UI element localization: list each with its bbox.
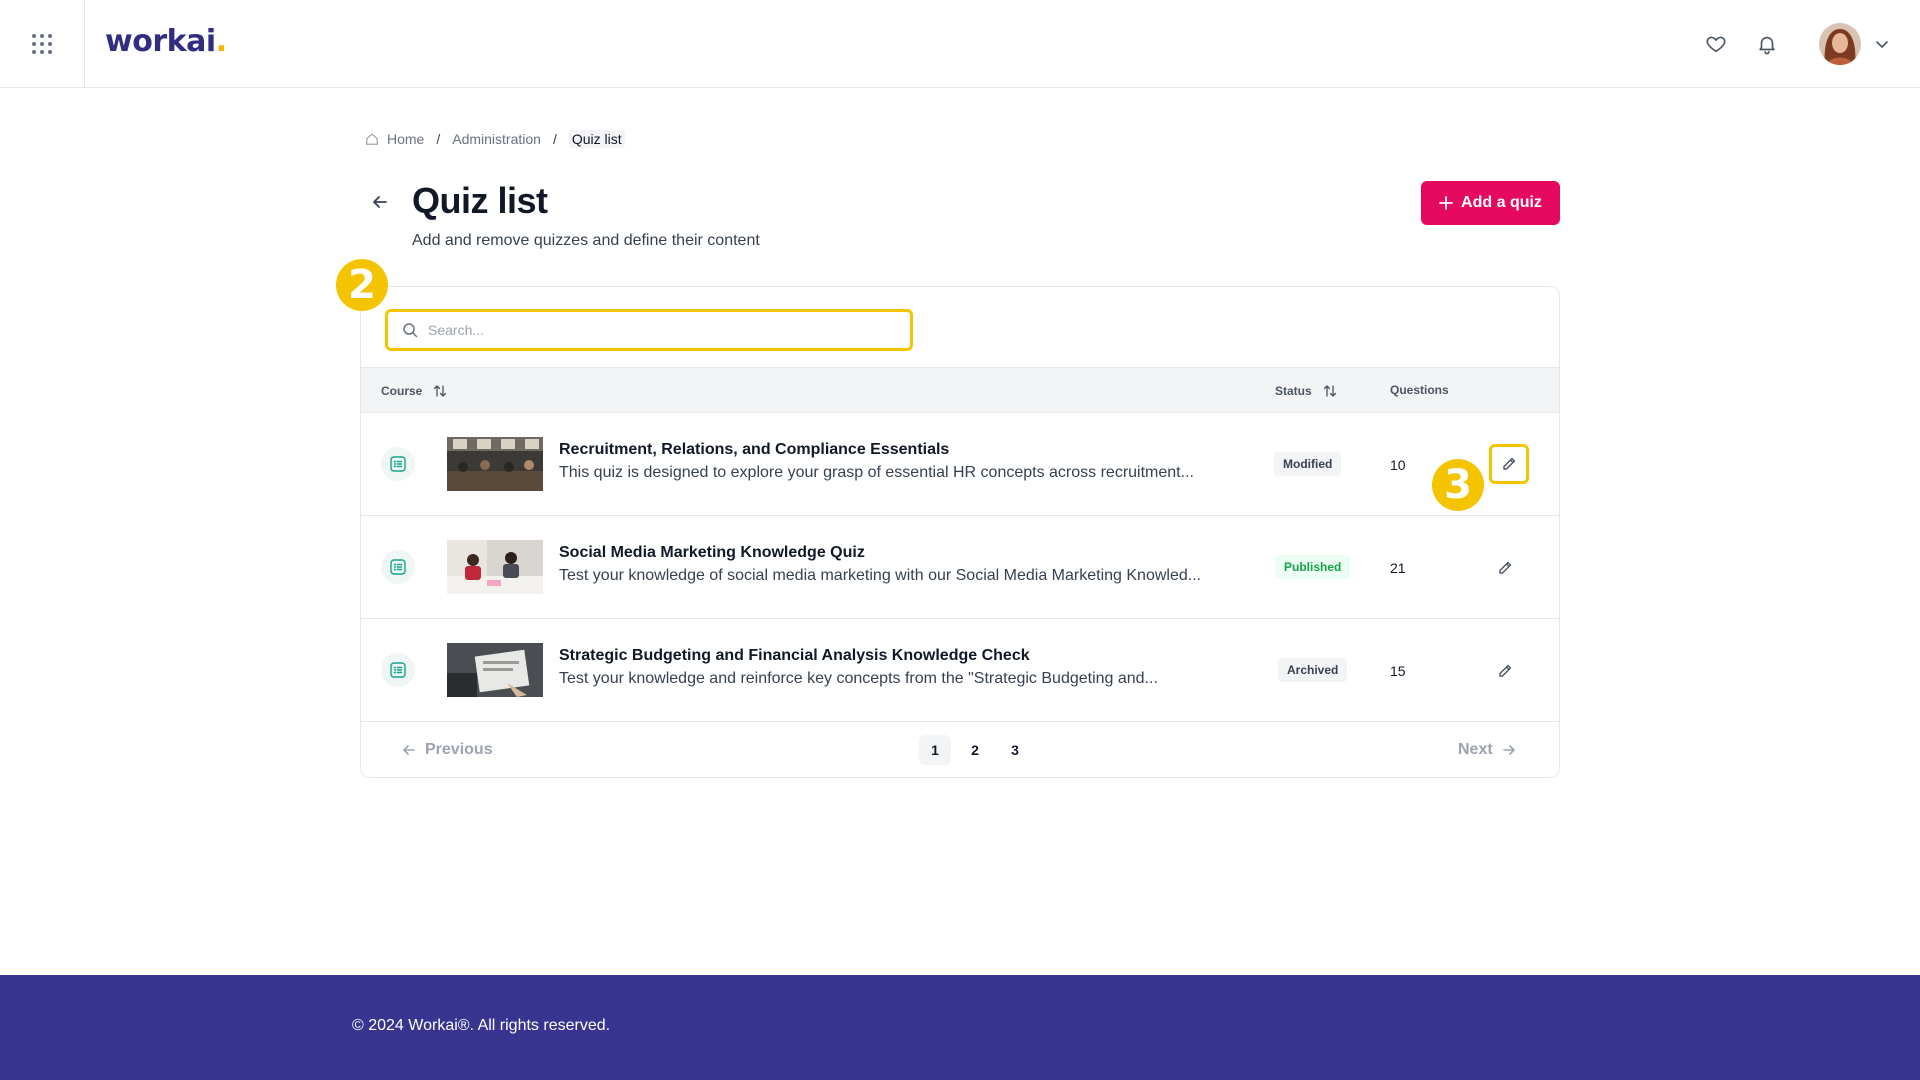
app-launcher-button[interactable] xyxy=(0,0,85,87)
home-icon xyxy=(365,132,379,146)
breadcrumb-home[interactable]: Home xyxy=(387,131,424,147)
search-icon xyxy=(402,322,418,338)
edit-quiz-button[interactable] xyxy=(1491,657,1519,685)
logo-dot: . xyxy=(215,24,227,59)
edit-quiz-button[interactable] xyxy=(1489,444,1529,484)
favorites-button[interactable] xyxy=(1700,28,1732,60)
quiz-title[interactable]: Social Media Marketing Knowledge Quiz xyxy=(559,544,865,562)
course-thumbnail xyxy=(447,437,543,491)
column-course[interactable]: Course xyxy=(381,383,448,399)
page-3-button[interactable]: 3 xyxy=(999,735,1031,765)
pagination: Previous 1 2 3 Next xyxy=(361,722,1559,777)
grid-icon xyxy=(32,33,52,54)
breadcrumb: Home / Administration / Quiz list xyxy=(365,129,625,149)
step-marker-2: 2 xyxy=(336,259,388,311)
question-count: 10 xyxy=(1390,457,1406,473)
arrow-left-icon xyxy=(403,745,415,755)
user-avatar[interactable] xyxy=(1819,23,1861,65)
column-course-label: Course xyxy=(381,384,423,398)
column-questions-label: Questions xyxy=(1390,383,1449,397)
status-badge: Archived xyxy=(1278,658,1348,682)
quiz-table-card: Course Status Questions Recruitment, Rel… xyxy=(360,286,1560,778)
breadcrumb-separator: / xyxy=(436,131,441,147)
page-title: Quiz list xyxy=(412,180,548,221)
bell-icon xyxy=(1759,36,1775,55)
edit-quiz-button[interactable] xyxy=(1491,554,1519,582)
pencil-icon xyxy=(1499,664,1512,677)
quiz-description: This quiz is designed to explore your gr… xyxy=(559,464,1194,481)
pencil-icon xyxy=(1499,561,1512,574)
quiz-list-icon xyxy=(381,653,415,687)
pencil-icon xyxy=(1503,457,1516,470)
plus-icon xyxy=(1439,196,1453,210)
column-status-label: Status xyxy=(1275,384,1312,398)
course-thumbnail xyxy=(447,540,543,594)
breadcrumb-separator: / xyxy=(552,131,557,147)
previous-page-button[interactable]: Previous xyxy=(401,741,493,759)
arrow-left-icon xyxy=(373,196,387,208)
column-questions: Questions xyxy=(1390,383,1449,397)
next-label: Next xyxy=(1458,741,1493,758)
breadcrumb-administration[interactable]: Administration xyxy=(452,131,541,147)
avatar-image xyxy=(1819,23,1861,65)
page-1-button[interactable]: 1 xyxy=(919,735,951,765)
table-row[interactable]: Strategic Budgeting and Financial Analys… xyxy=(361,619,1559,722)
sort-icon xyxy=(1323,385,1336,397)
arrow-right-icon xyxy=(1502,745,1515,755)
add-quiz-label: Add a quiz xyxy=(1461,194,1542,211)
sort-icon xyxy=(434,385,447,397)
question-count: 15 xyxy=(1390,663,1406,679)
search-input[interactable] xyxy=(428,322,888,338)
page-2-button[interactable]: 2 xyxy=(959,735,991,765)
quiz-description: Test your knowledge of social media mark… xyxy=(559,567,1202,584)
back-button[interactable] xyxy=(367,189,393,215)
quiz-list-icon xyxy=(381,447,415,481)
column-status[interactable]: Status xyxy=(1275,383,1338,399)
workai-logo[interactable]: workai. xyxy=(105,24,227,59)
page-numbers: 1 2 3 xyxy=(919,735,1031,765)
logo-text: workai xyxy=(105,24,216,59)
status-badge: Published xyxy=(1275,555,1351,579)
quiz-list-icon xyxy=(381,550,415,584)
quiz-description: Test your knowledge and reinforce key co… xyxy=(559,670,1158,687)
heart-icon xyxy=(1706,36,1726,53)
next-page-button[interactable]: Next xyxy=(1458,741,1517,759)
course-thumbnail xyxy=(447,643,543,697)
breadcrumb-current: Quiz list xyxy=(568,130,625,148)
question-count: 21 xyxy=(1390,560,1406,576)
top-header: workai. xyxy=(0,0,1920,88)
previous-label: Previous xyxy=(425,741,493,758)
quiz-title[interactable]: Strategic Budgeting and Financial Analys… xyxy=(559,647,1030,665)
chevron-down-icon xyxy=(1876,41,1888,48)
table-row[interactable]: Social Media Marketing Knowledge Quiz Te… xyxy=(361,516,1559,619)
quiz-title[interactable]: Recruitment, Relations, and Compliance E… xyxy=(559,441,949,459)
table-header: Course Status Questions xyxy=(361,367,1559,413)
search-box[interactable] xyxy=(385,309,913,351)
status-badge: Modified xyxy=(1274,452,1342,476)
table-row[interactable]: Recruitment, Relations, and Compliance E… xyxy=(361,413,1559,516)
footer: © 2024 Workai®. All rights reserved. xyxy=(0,975,1920,1080)
user-menu-toggle[interactable] xyxy=(1874,36,1890,52)
add-quiz-button[interactable]: Add a quiz xyxy=(1421,181,1560,225)
step-marker-3: 3 xyxy=(1432,459,1484,511)
notifications-button[interactable] xyxy=(1751,28,1783,60)
footer-copyright: © 2024 Workai®. All rights reserved. xyxy=(352,1017,611,1034)
page-subtitle: Add and remove quizzes and define their … xyxy=(412,232,760,249)
